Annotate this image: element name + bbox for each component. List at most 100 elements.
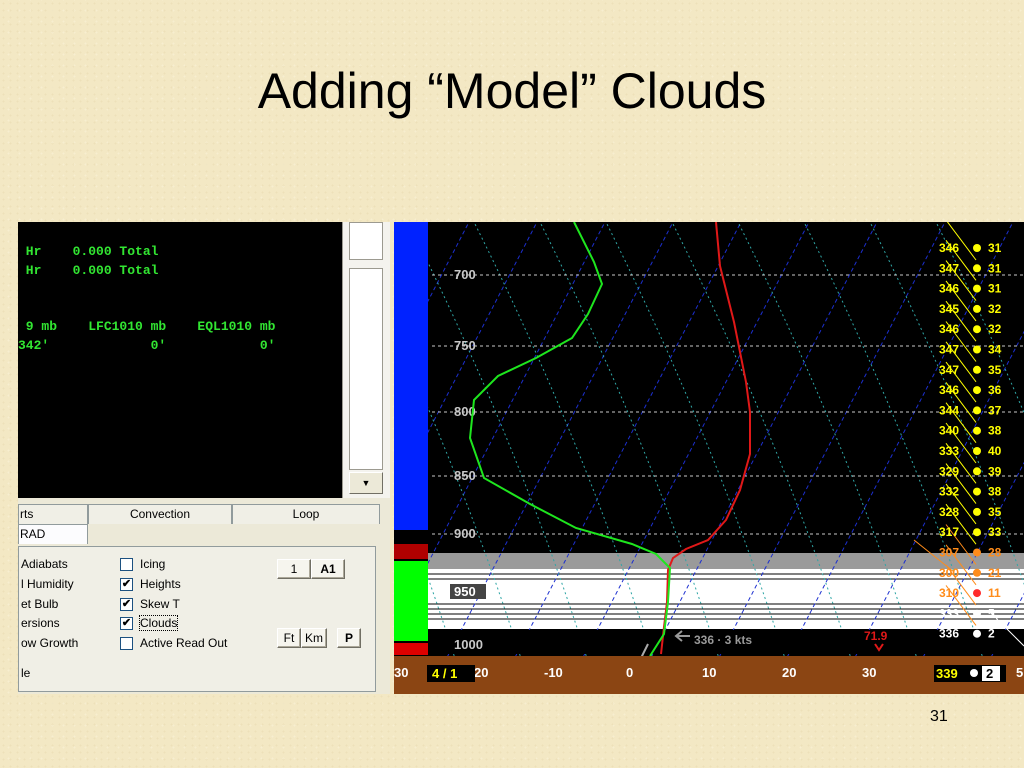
pressure-units-button[interactable]: P xyxy=(337,628,361,648)
option-wet-bulb-label[interactable]: et Bulb xyxy=(21,597,58,611)
option-dry-adiabats-label[interactable]: Adiabats xyxy=(21,557,68,571)
console-scrollbar[interactable]: ▼ xyxy=(342,222,390,498)
active-read-out-checkbox[interactable] xyxy=(120,637,133,650)
clouds-checkbox[interactable]: ✔ xyxy=(120,617,133,630)
wind-speed-value: 33 xyxy=(988,525,1002,539)
skew-t-checkbox[interactable]: ✔ xyxy=(120,598,133,611)
temp-axis-label: 20 xyxy=(782,665,796,680)
feet-button[interactable]: Ft xyxy=(277,628,301,648)
cloud-bar-red-band xyxy=(394,544,428,559)
wind-direction-value: 300 xyxy=(939,566,959,580)
wind-direction-value: 333 xyxy=(939,444,959,458)
cloud-layer-white xyxy=(428,569,1024,629)
wind-dot-icon xyxy=(973,325,981,334)
wind-direction-value: 347 xyxy=(939,363,959,377)
wind-dot-icon xyxy=(973,609,981,618)
skew-t-diagram[interactable]: 700 750 800 850 900 950 1000 336 · 3 kts… xyxy=(394,222,1024,694)
level-1-button[interactable]: 1 xyxy=(277,559,311,579)
wind-direction-value: 317 xyxy=(939,525,959,539)
wind-direction-value: 332 xyxy=(939,485,959,499)
wind-speed-value: 32 xyxy=(988,322,1002,336)
wind-dot-icon xyxy=(973,304,981,313)
wind-dot-icon xyxy=(973,406,981,415)
option-relative-humidity-label[interactable]: l Humidity xyxy=(21,577,74,591)
level-a1-button[interactable]: A1 xyxy=(311,559,345,579)
surface-temperature-readout: 71.9 xyxy=(864,629,888,643)
scrollbar-thumb[interactable] xyxy=(349,222,383,260)
wind-speed-value: 37 xyxy=(988,403,1002,417)
wind-speed-value: 31 xyxy=(988,261,1002,275)
surface-direction-value: 339 xyxy=(936,666,958,681)
wind-dot-icon xyxy=(973,365,981,374)
date-readout: 4 / 1 xyxy=(432,666,457,681)
cloud-bar-cloud xyxy=(394,561,428,641)
wind-dot-icon xyxy=(973,386,981,395)
clouds-label[interactable]: Clouds xyxy=(138,615,179,631)
wind-speed-value: 2 xyxy=(988,627,995,641)
wind-dot-icon xyxy=(973,548,981,557)
wind-direction-value: 344 xyxy=(939,403,959,417)
wind-speed-value: 35 xyxy=(988,505,1002,519)
wind-dot-icon xyxy=(973,589,981,598)
cloud-bar-surface xyxy=(394,643,428,655)
tab-rad[interactable]: RAD xyxy=(18,524,88,544)
wind-dot-icon xyxy=(973,528,981,537)
cloud-bar-clear xyxy=(394,222,428,530)
wind-direction-value: 307 xyxy=(939,546,959,560)
temp-axis-label: 20 xyxy=(474,665,488,680)
wind-direction-value: 347 xyxy=(939,261,959,275)
wind-speed-value: 36 xyxy=(988,383,1002,397)
icing-label[interactable]: Icing xyxy=(140,557,165,571)
console-line: Hr 0.000 Total xyxy=(18,263,159,278)
wind-speed-value: 35 xyxy=(988,363,1002,377)
heights-checkbox[interactable]: ✔ xyxy=(120,578,133,591)
wind-dot-icon xyxy=(973,568,981,577)
wind-direction-value: 310 xyxy=(939,586,959,600)
option-snow-growth-label[interactable]: ow Growth xyxy=(21,636,78,650)
options-tabs: rts Convection Loop RAD xyxy=(18,504,390,544)
temp-axis-label: 5 xyxy=(1016,665,1023,680)
temp-axis-label: 10 xyxy=(702,665,716,680)
tab-charts[interactable]: rts xyxy=(18,504,88,524)
scroll-down-arrow-icon[interactable]: ▼ xyxy=(349,472,383,494)
console-line: 342' 0' 0' xyxy=(18,338,276,353)
wind-speed-value: 40 xyxy=(988,444,1002,458)
wind-direction-value: 347 xyxy=(939,343,959,357)
active-read-out-label[interactable]: Active Read Out xyxy=(140,636,227,650)
wind-dot-icon xyxy=(973,467,981,476)
surface-wind-readout: 336 · 3 kts xyxy=(694,633,752,647)
pressure-label: 1000 xyxy=(454,637,483,652)
wind-direction-value: 346 xyxy=(939,322,959,336)
wind-speed-value: 21 xyxy=(988,566,1002,580)
tab-convection[interactable]: Convection xyxy=(88,504,232,524)
surface-speed-value: 2 xyxy=(986,666,993,681)
console-line: Hr 0.000 Total xyxy=(18,244,159,259)
option-bottom-label: le xyxy=(21,666,31,680)
pressure-label: 750 xyxy=(454,338,476,353)
wind-speed-value: 28 xyxy=(988,546,1002,560)
option-inversions-label[interactable]: ersions xyxy=(21,616,60,630)
display-options-panel: Adiabats l Humidity et Bulb ersions ow G… xyxy=(18,546,376,692)
skew-t-canvas: 700 750 800 850 900 950 1000 336 · 3 kts… xyxy=(394,222,1024,694)
pressure-label: 950 xyxy=(454,584,476,599)
slide-title: Adding “Model” Clouds xyxy=(257,63,767,119)
wind-speed-value: 38 xyxy=(988,424,1002,438)
surface-wind-dot-icon xyxy=(970,669,978,677)
pressure-label: 700 xyxy=(454,267,476,282)
scrollbar-track[interactable] xyxy=(349,268,383,470)
tab-loop[interactable]: Loop xyxy=(232,504,380,524)
temp-axis-label: 30 xyxy=(394,665,408,680)
wind-speed-value: 31 xyxy=(988,241,1002,255)
console-output: Hr 0.000 Total Hr 0.000 Total 9 mb LFC10… xyxy=(18,222,342,498)
heights-label[interactable]: Heights xyxy=(140,577,181,591)
wind-speed-value: 32 xyxy=(988,302,1002,316)
wind-dot-icon xyxy=(973,487,981,496)
wind-direction-value: 346 xyxy=(939,383,959,397)
wind-direction-value: 345 xyxy=(939,302,959,316)
icing-checkbox[interactable] xyxy=(120,558,133,571)
wind-dot-icon xyxy=(973,284,981,293)
skew-t-label[interactable]: Skew T xyxy=(140,597,180,611)
wind-dot-icon xyxy=(973,264,981,273)
kilometers-button[interactable]: Km xyxy=(301,628,327,648)
wind-dot-icon xyxy=(973,507,981,516)
